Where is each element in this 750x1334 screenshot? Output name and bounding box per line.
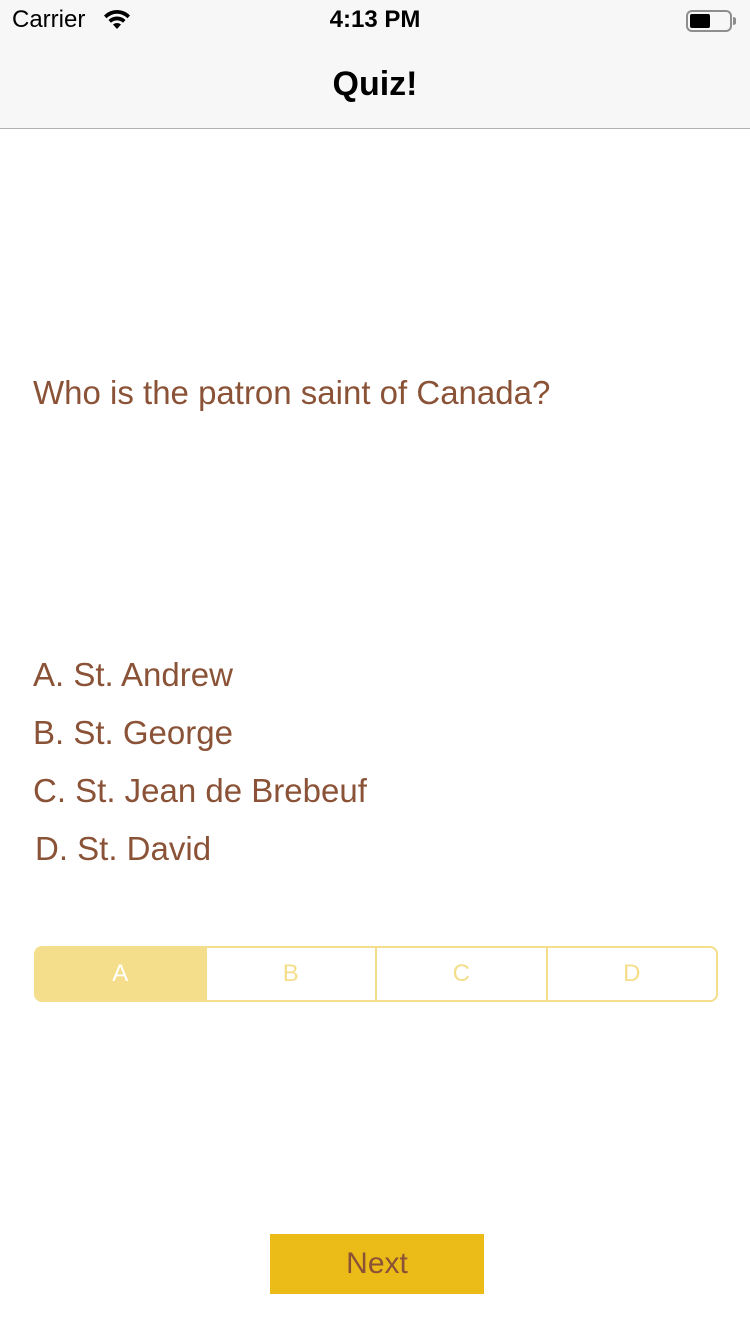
segment-c[interactable]: C bbox=[375, 948, 546, 1000]
segment-b[interactable]: B bbox=[204, 948, 376, 1000]
page-title: Quiz! bbox=[332, 65, 418, 103]
answer-list: A. St. Andrew B. St. George C. St. Jean … bbox=[33, 654, 723, 886]
navigation-bar: Quiz! bbox=[0, 40, 750, 129]
question-text: Who is the patron saint of Canada? bbox=[33, 374, 551, 411]
next-button[interactable]: Next bbox=[270, 1234, 484, 1294]
answer-option-b: B. St. George bbox=[33, 714, 233, 751]
segment-d[interactable]: D bbox=[545, 948, 717, 1000]
status-bar: Carrier 4:13 PM bbox=[0, 0, 750, 40]
answer-option-d: D. St. David bbox=[35, 830, 212, 867]
status-time: 4:13 PM bbox=[329, 6, 421, 33]
answer-option-c: C. St. Jean de Brebeuf bbox=[33, 772, 367, 809]
answer-segmented-control: A B C D bbox=[34, 946, 718, 1002]
segment-a[interactable]: A bbox=[36, 948, 205, 1000]
battery-icon bbox=[686, 10, 736, 32]
answer-option-a: A. St. Andrew bbox=[33, 656, 233, 693]
